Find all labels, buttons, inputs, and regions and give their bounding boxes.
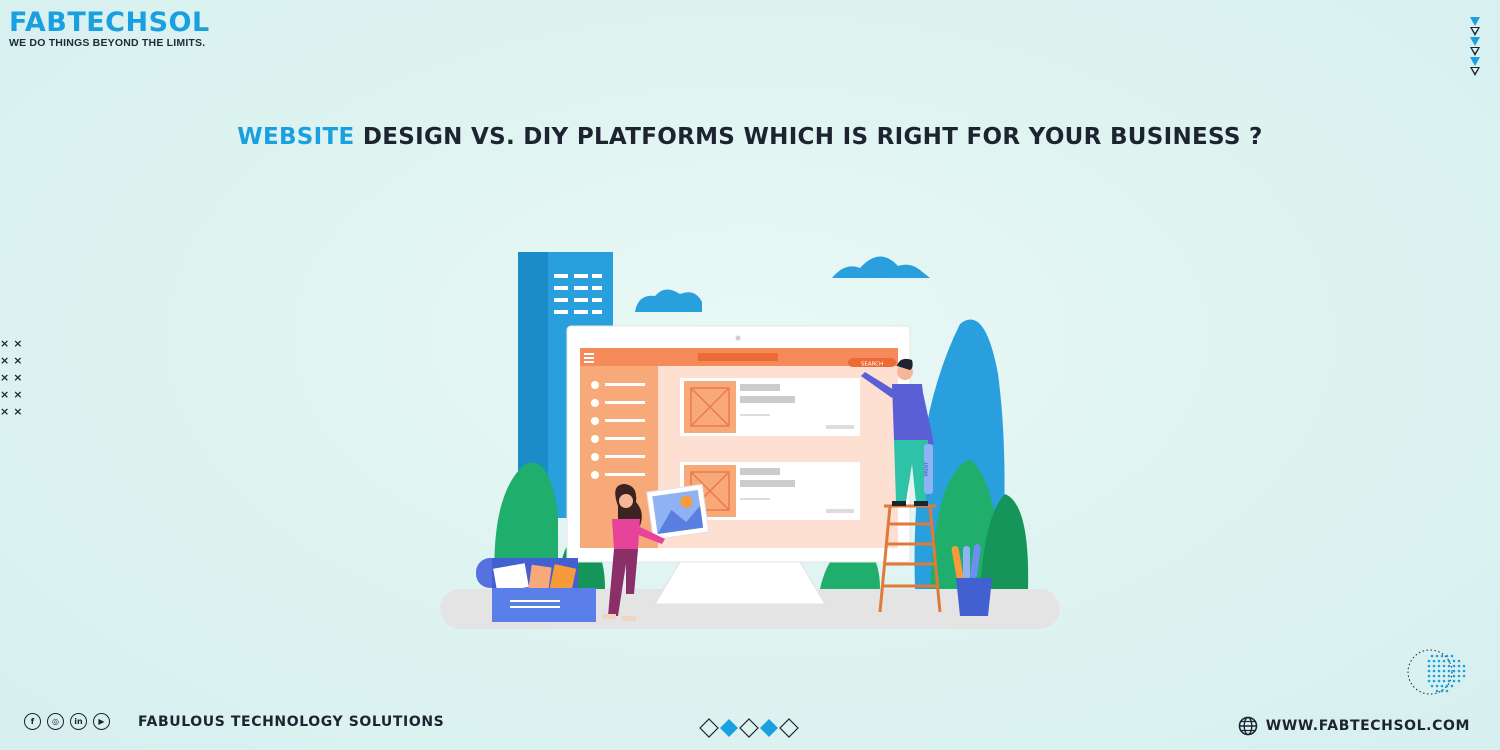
instagram-icon[interactable]: ◎	[47, 713, 64, 730]
social-links: f ◎ in ▶	[24, 713, 110, 730]
globe-icon	[1238, 716, 1258, 736]
decorative-x-pattern: ×× ×× ×× ×× ××	[0, 337, 27, 418]
title-accent: WEBSITE	[237, 124, 355, 150]
youtube-icon[interactable]: ▶	[93, 713, 110, 730]
picture-frame	[646, 483, 710, 541]
monitor-stand	[654, 561, 826, 605]
brand-name: FABTECHSOL	[9, 7, 210, 38]
page-title: WEBSITE DESIGN VS. DIY PLATFORMS WHICH I…	[0, 124, 1500, 150]
website-link[interactable]: WWW.FABTECHSOL.COM	[1238, 716, 1470, 736]
website-url: WWW.FABTECHSOL.COM	[1265, 718, 1470, 734]
decorative-dots-circle	[1407, 649, 1466, 695]
paint-label: PAINT	[924, 461, 930, 476]
decorative-triangles	[1470, 17, 1482, 77]
brand-tagline: WE DO THINGS BEYOND THE LIMITS.	[9, 37, 206, 49]
triangle-icon	[1470, 57, 1480, 66]
triangle-icon	[1470, 67, 1480, 76]
triangle-icon	[1470, 47, 1480, 56]
hero-illustration: SEARCH PAINT	[440, 252, 1060, 629]
search-label: SEARCH	[861, 362, 883, 368]
cloud-shape	[635, 289, 702, 312]
picture-box	[476, 558, 596, 622]
company-name: FABULOUS TECHNOLOGY SOLUTIONS	[138, 714, 445, 730]
decorative-diamonds	[699, 718, 799, 738]
triangle-icon	[1470, 17, 1480, 26]
brand-logo[interactable]: FABTECHSOL WE DO THINGS BEYOND THE LIMIT…	[9, 7, 210, 50]
triangle-icon	[1470, 37, 1480, 46]
linkedin-icon[interactable]: in	[70, 713, 87, 730]
facebook-icon[interactable]: f	[24, 713, 41, 730]
title-rest: DESIGN VS. DIY PLATFORMS WHICH IS RIGHT …	[354, 124, 1263, 150]
cloud-shape	[832, 256, 930, 278]
triangle-icon	[1470, 27, 1480, 36]
